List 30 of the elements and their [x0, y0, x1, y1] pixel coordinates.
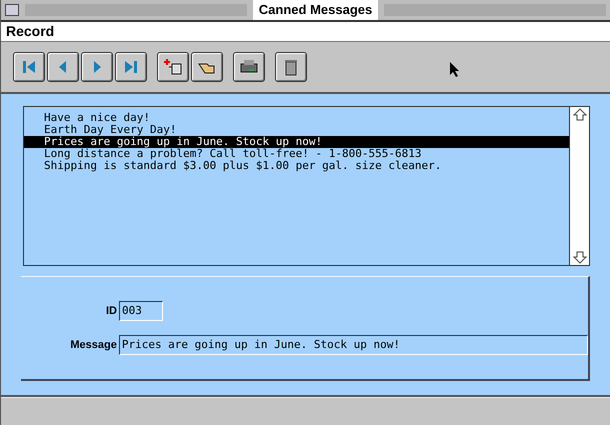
up-arrow-icon: [572, 108, 586, 122]
down-arrow-icon: [572, 250, 586, 264]
previous-record-button[interactable]: [47, 52, 79, 82]
window-title: Canned Messages: [252, 0, 378, 20]
delete-button[interactable]: [275, 52, 307, 82]
close-box[interactable]: [5, 4, 19, 16]
right-arrow-icon: [92, 59, 102, 75]
last-icon: [124, 59, 138, 75]
input-field[interactable]: 003: [119, 301, 163, 321]
next-record-button[interactable]: [81, 52, 113, 82]
edit-record-button[interactable]: [191, 52, 223, 82]
list-row[interactable]: Long distance a problem? Call toll-free! - 1-800-555-6813: [24, 148, 569, 160]
last-record-button[interactable]: [115, 52, 147, 82]
menu-item[interactable]: Record: [5, 21, 56, 42]
first-record-button[interactable]: [13, 52, 45, 82]
cursor-icon: [450, 62, 460, 78]
first-icon: [22, 59, 36, 75]
new-record-button[interactable]: [157, 52, 189, 82]
field-label: ID: [105, 304, 117, 319]
list-row[interactable]: Earth Day Every Day!: [24, 124, 569, 136]
list-row[interactable]: Shipping is standard $3.00 plus $1.00 per gal. size cleaner.: [24, 160, 569, 172]
print-button[interactable]: [233, 52, 265, 82]
list-row[interactable]: Have a nice day!: [24, 112, 569, 124]
left-arrow-icon: [58, 59, 68, 75]
scrollbar[interactable]: [569, 107, 589, 265]
new-record-icon: [163, 58, 183, 76]
list-row[interactable]: Prices are going up in June. Stock up now!: [24, 136, 569, 148]
input-field[interactable]: Prices are going up in June. Stock up now!: [118, 335, 588, 355]
field-label: Message: [69, 338, 117, 353]
trash-icon: [284, 58, 298, 76]
